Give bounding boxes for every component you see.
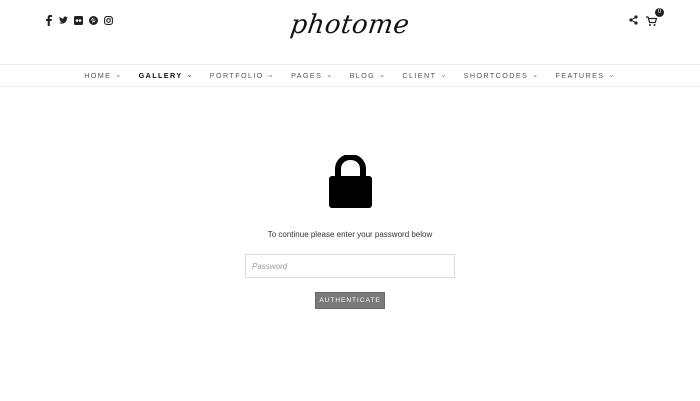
chevron-down-icon: ⌄: [608, 71, 616, 79]
chevron-down-icon: ⌄: [115, 71, 123, 79]
nav-item-gallery[interactable]: GALLERY ⌄: [131, 71, 202, 80]
nav-item-label: CLIENT: [402, 71, 437, 80]
password-protected-content: To continue please enter your password b…: [0, 88, 700, 401]
header-actions: 0: [629, 8, 664, 30]
nav-item-label: HOME: [84, 71, 112, 80]
chevron-down-icon: ⌄: [326, 71, 334, 79]
nav-item-features[interactable]: FEATURES ⌄: [548, 71, 624, 80]
share-icon[interactable]: [629, 12, 638, 30]
chevron-down-icon: ⌄: [379, 71, 387, 79]
main-navigation: HOME ⌄ GALLERY ⌄ PORTFOLIO ⌄ PAGES ⌄ BLO…: [0, 64, 700, 87]
nav-item-label: FEATURES: [555, 71, 605, 80]
nav-item-home[interactable]: HOME ⌄: [76, 71, 130, 80]
nav-item-shortcodes[interactable]: SHORTCODES ⌄: [456, 71, 548, 80]
nav-item-label: PAGES: [291, 71, 323, 80]
lock-icon: [329, 153, 372, 213]
password-prompt: To continue please enter your password b…: [267, 230, 433, 239]
authenticate-button[interactable]: AUTHENTICATE: [315, 292, 385, 309]
nav-item-pages[interactable]: PAGES ⌄: [283, 71, 342, 80]
cart-button[interactable]: 0: [646, 8, 664, 28]
chevron-down-icon: ⌄: [532, 71, 540, 79]
password-field[interactable]: [245, 254, 455, 278]
site-logo[interactable]: photome: [0, 10, 700, 40]
nav-item-label: GALLERY: [138, 71, 183, 80]
nav-item-label: BLOG: [349, 71, 376, 80]
nav-item-blog[interactable]: BLOG ⌄: [342, 71, 395, 80]
cart-icon: [646, 16, 658, 26]
nav-item-client[interactable]: CLIENT ⌄: [394, 71, 455, 80]
chevron-down-icon: ⌄: [186, 71, 194, 79]
cart-count-badge: 0: [655, 8, 664, 17]
nav-item-portfolio[interactable]: PORTFOLIO ⌄: [202, 71, 283, 80]
site-header: photome 0: [0, 0, 700, 64]
chevron-down-icon: ⌄: [267, 71, 276, 79]
chevron-down-icon: ⌄: [440, 71, 448, 79]
nav-item-label: SHORTCODES: [463, 71, 529, 80]
nav-item-label: PORTFOLIO: [209, 71, 264, 80]
